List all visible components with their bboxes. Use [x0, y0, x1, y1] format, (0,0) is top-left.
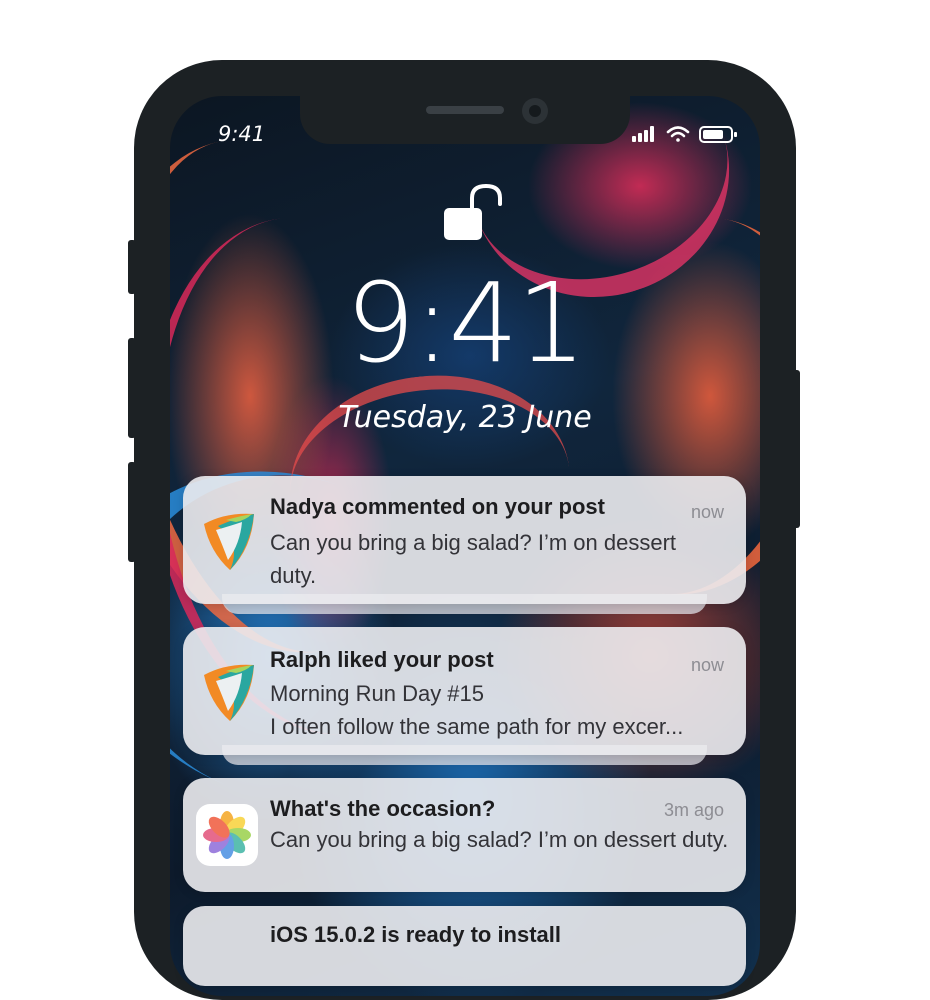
- notification-body-line: I often follow the same path for my exce…: [270, 714, 684, 739]
- unlocked-padlock-icon: [440, 180, 504, 244]
- shield-logo-icon: [196, 508, 258, 570]
- notification-body-line: Morning Run Day #15: [270, 681, 485, 706]
- notification-body: Can you bring a big salad? I’m on desser…: [270, 827, 729, 852]
- battery-icon: [699, 126, 737, 143]
- notification-card[interactable]: iOS 15.0.2 is ready to install: [183, 906, 746, 986]
- photos-icon: [196, 804, 258, 866]
- notch: [300, 96, 630, 144]
- notification-title: Ralph liked your post: [270, 647, 494, 672]
- shield-logo-icon: [196, 659, 258, 721]
- notification-card[interactable]: What's the occasion? 3m ago Can you brin…: [183, 778, 746, 892]
- status-bar-icons: [630, 122, 740, 146]
- notification-title: iOS 15.0.2 is ready to install: [270, 922, 562, 947]
- notification-body: Can you bring a big salad? I’m on desser…: [270, 530, 677, 588]
- notification-card[interactable]: Ralph liked your post now Morning Run Da…: [183, 627, 746, 755]
- status-bar-time: 9:41: [218, 122, 266, 146]
- notification-title: What's the occasion?: [270, 796, 496, 821]
- notification-time: now: [690, 655, 724, 675]
- earpiece-speaker: [426, 106, 504, 114]
- wifi-icon: [666, 126, 690, 142]
- notification-time: 3m ago: [663, 800, 724, 820]
- signal-icon: [632, 126, 654, 142]
- notification-time: now: [690, 502, 724, 522]
- front-camera: [522, 98, 548, 124]
- notification-card[interactable]: Nadya commented on your post now Can you…: [183, 476, 746, 604]
- lock-screen-clock: 9:41: [345, 259, 586, 387]
- notification-title: Nadya commented on your post: [270, 494, 605, 519]
- lock-screen-date: Tuesday, 23 June: [338, 400, 592, 435]
